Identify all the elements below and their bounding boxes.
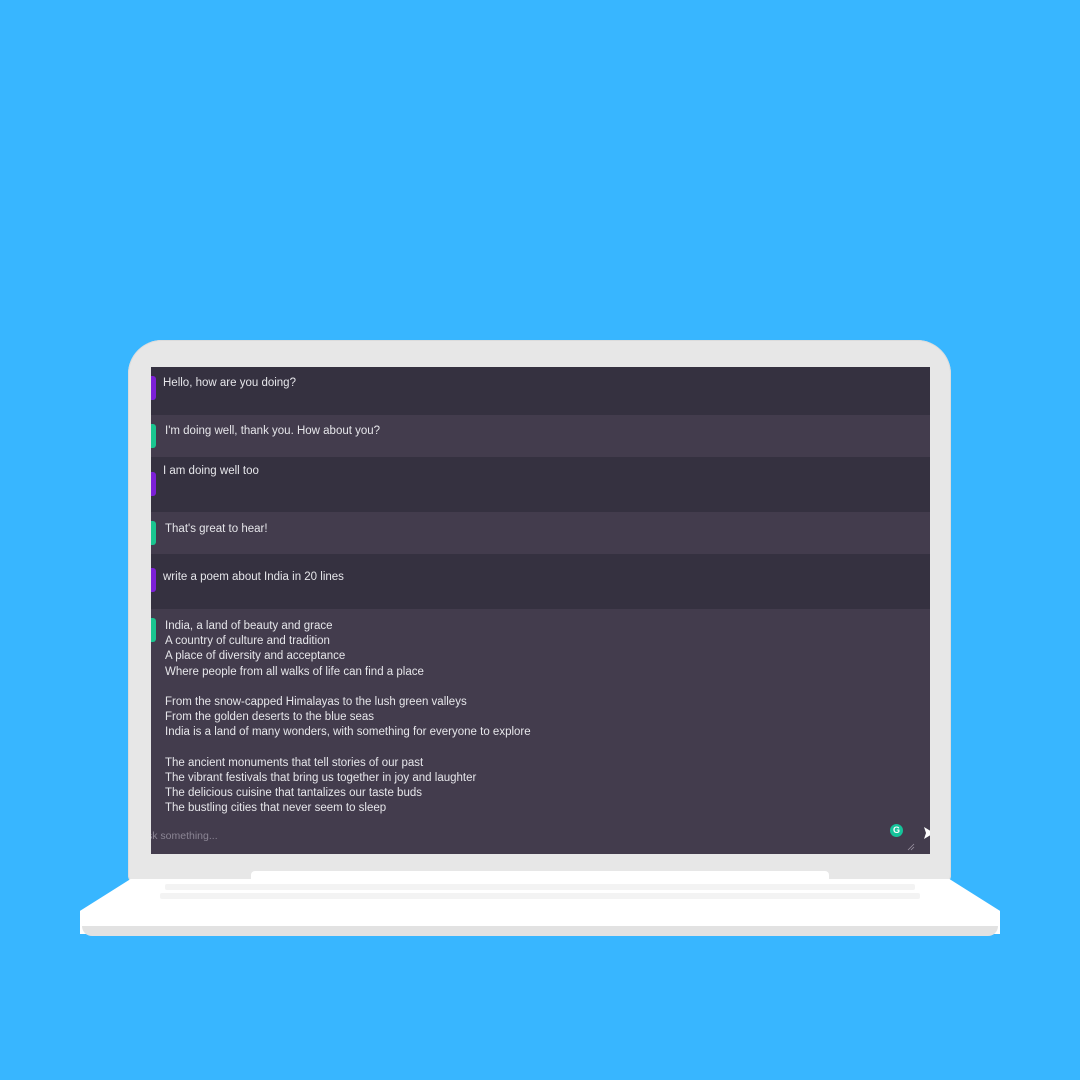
grammarly-icon[interactable]: G: [890, 824, 903, 837]
message-bot-2: That's great to hear!: [151, 512, 930, 554]
message-text: write a poem about India in 20 lines: [163, 571, 344, 583]
keyboard-row: [160, 893, 920, 899]
bot-accent-bar: [151, 521, 156, 545]
laptop-hinge: [251, 871, 829, 880]
message-text: Hello, how are you doing?: [163, 377, 296, 389]
message-text: I'm doing well, thank you. How about you…: [165, 425, 381, 437]
bot-accent-bar: [151, 618, 156, 642]
chat-window: Hello, how are you doing? I'm doing well…: [151, 367, 930, 854]
resize-handle-icon[interactable]: [907, 843, 915, 851]
message-text: That's great to hear!: [165, 523, 268, 535]
laptop-base-edge: [82, 926, 998, 936]
keyboard-row: [165, 884, 915, 890]
bot-accent-bar: [151, 424, 156, 448]
message-user-1: Hello, how are you doing?: [151, 367, 930, 415]
chat-input[interactable]: sk something...: [151, 822, 930, 854]
send-icon[interactable]: [923, 826, 930, 840]
message-text: I am doing well too: [163, 465, 259, 477]
message-user-3: write a poem about India in 20 lines: [151, 554, 930, 609]
input-placeholder: sk something...: [151, 830, 218, 842]
message-bot-1: I'm doing well, thank you. How about you…: [151, 415, 930, 457]
user-accent-bar: [151, 568, 156, 592]
user-accent-bar: [151, 376, 156, 400]
message-user-2: I am doing well too: [151, 457, 930, 512]
message-bot-3: India, a land of beauty and grace A coun…: [151, 609, 930, 822]
message-text: India, a land of beauty and grace A coun…: [165, 620, 531, 815]
user-accent-bar: [151, 472, 156, 496]
